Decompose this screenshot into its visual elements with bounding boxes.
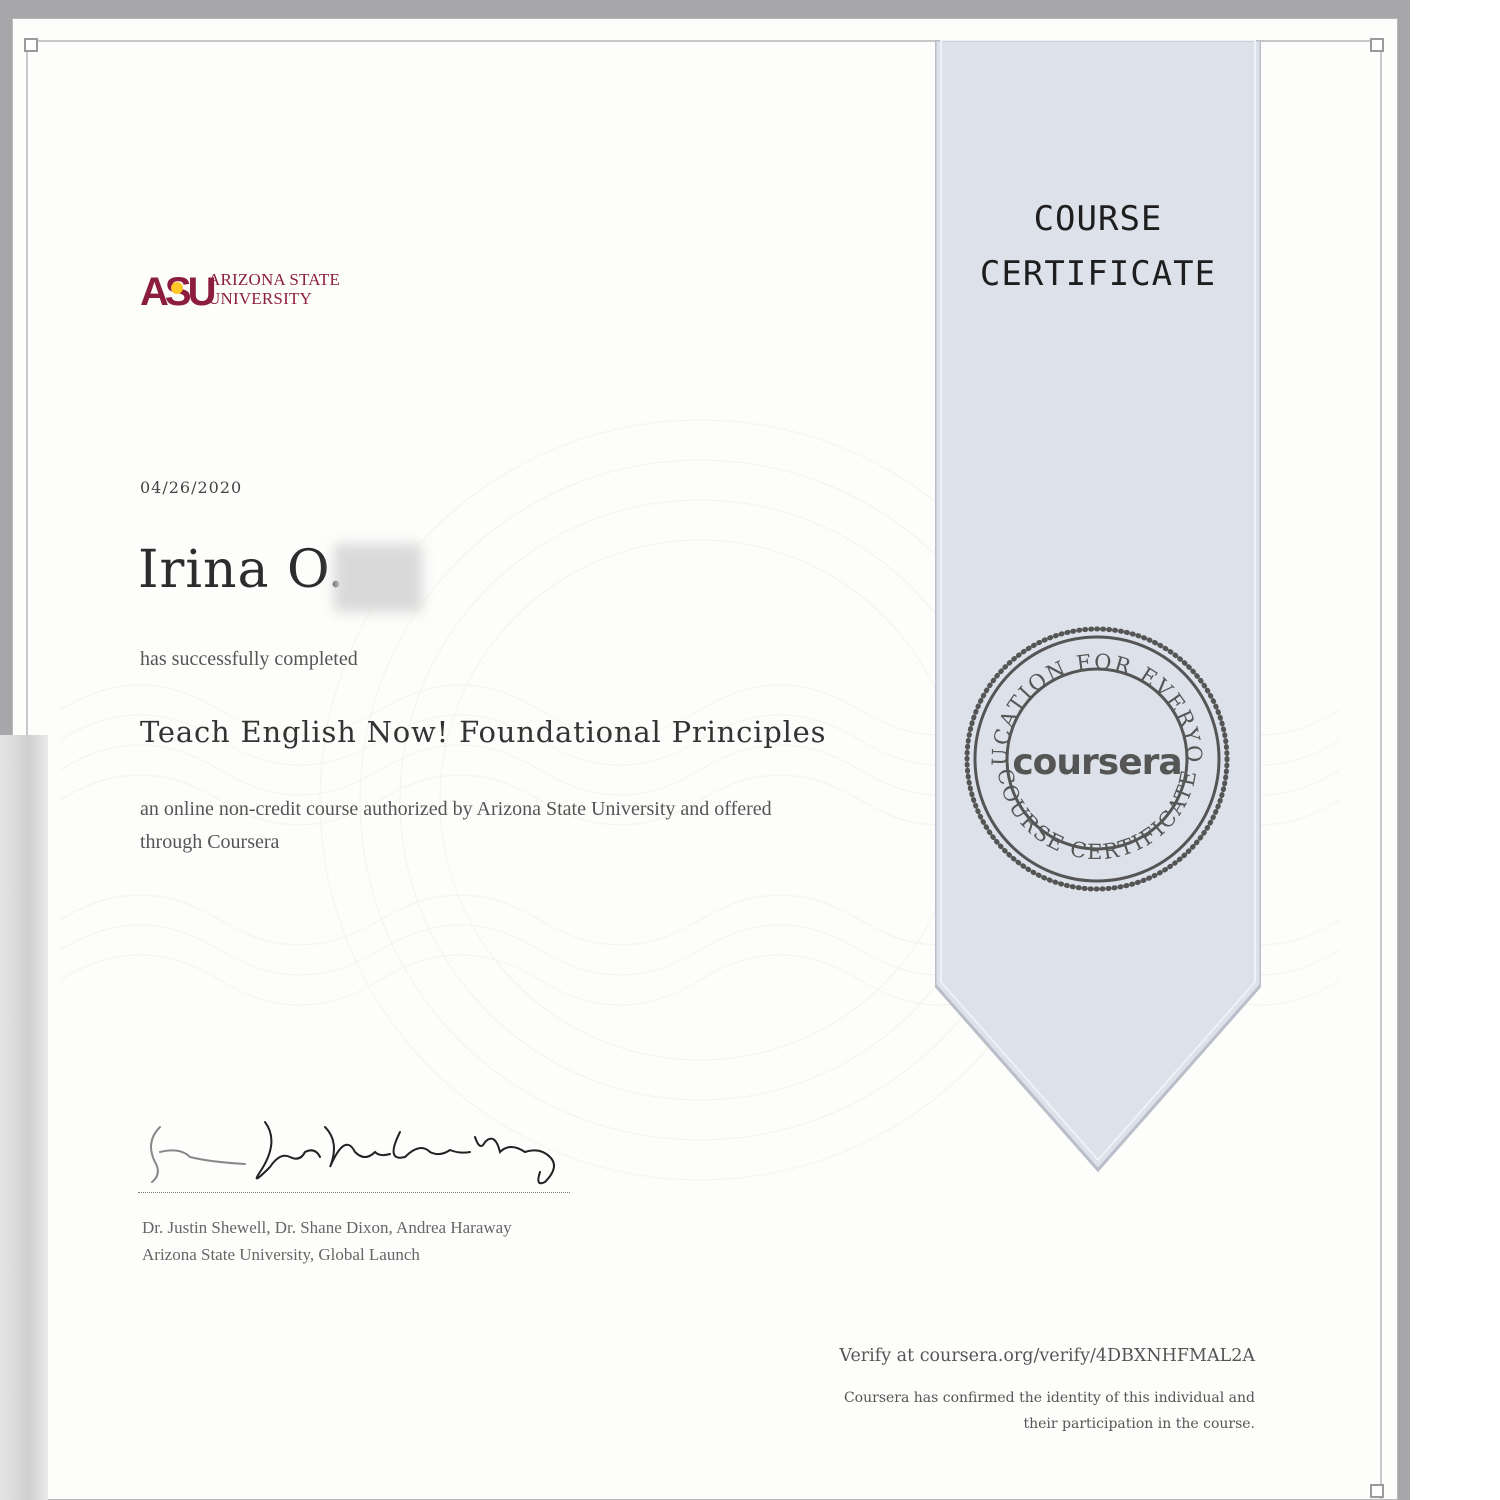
ribbon-title-line1: COURSE — [1033, 199, 1163, 239]
coursera-seal: EDUCATION FOR EVERYONE COURSE CERTIFICAT… — [962, 574, 1230, 892]
signers-block: Dr. Justin Shewell, Dr. Shane Dixon, And… — [142, 1214, 512, 1268]
university-name-line2: UNIVERSITY — [208, 289, 312, 308]
redacted-surname — [334, 544, 422, 612]
signatures-image — [150, 1121, 555, 1185]
university-name-line1: ARIZONA STATE — [208, 270, 341, 289]
identity-confirmation: Coursera has confirmed the identity of t… — [825, 1385, 1255, 1437]
corner-ornament — [24, 38, 38, 52]
corner-ornament — [1370, 1484, 1384, 1498]
signer-names: Dr. Justin Shewell, Dr. Shane Dixon, And… — [142, 1218, 512, 1237]
scan-shadow — [0, 735, 48, 1500]
seal-top-text: EDUCATION FOR EVERYONE — [962, 574, 1206, 766]
course-title: Teach English Now! Foundational Principl… — [140, 715, 827, 749]
completion-date: 04/26/2020 — [140, 478, 243, 497]
coursera-logo-text: coursera — [1012, 742, 1181, 783]
recipient-name: Irina O. — [138, 540, 346, 600]
ribbon-title: COURSE CERTIFICATE — [935, 192, 1261, 302]
completion-statement: has successfully completed — [140, 648, 358, 670]
confirmation-line1: Coursera has confirmed the identity of t… — [843, 1390, 1255, 1406]
signature-line — [138, 1192, 570, 1193]
signer-organization: Arizona State University, Global Launch — [142, 1245, 420, 1264]
ribbon-title-line2: CERTIFICATE — [979, 254, 1217, 294]
verify-link[interactable]: Verify at coursera.org/verify/4DBXNHFMAL… — [839, 1346, 1255, 1366]
university-name: ARIZONA STATE UNIVERSITY — [208, 270, 340, 308]
sun-icon — [171, 282, 183, 294]
confirmation-line2: their participation in the course. — [1023, 1416, 1256, 1432]
corner-ornament — [1370, 38, 1384, 52]
course-description: an online non-credit course authorized b… — [140, 798, 772, 853]
page-margin — [1410, 0, 1500, 1500]
